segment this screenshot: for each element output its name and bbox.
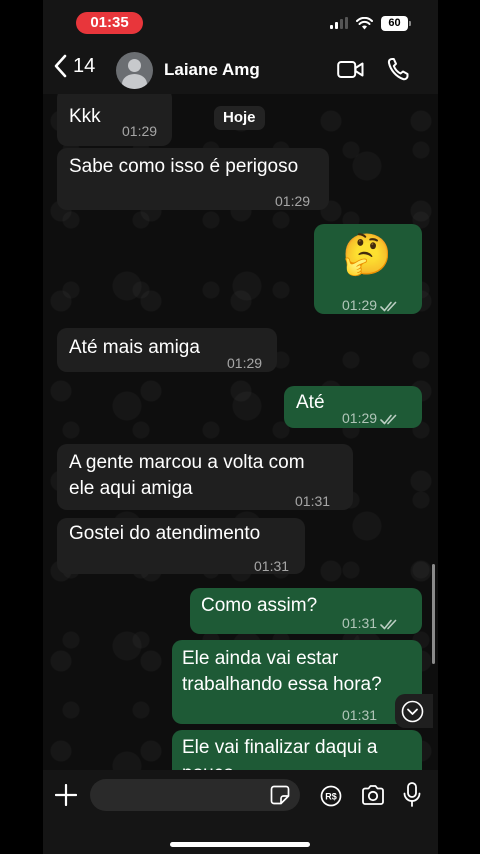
contact-name[interactable]: Laiane Amg xyxy=(164,60,260,80)
message-bubble[interactable]: Kkk 01:29 xyxy=(57,94,172,146)
read-ticks-icon xyxy=(380,619,397,630)
message-bubble[interactable]: Até 01:29 xyxy=(284,386,422,428)
message-text: Kkk xyxy=(69,106,101,127)
back-button[interactable]: 14 xyxy=(53,54,95,78)
scroll-down-icon xyxy=(401,700,424,723)
wifi-icon xyxy=(356,16,373,29)
svg-text:R$: R$ xyxy=(325,792,337,802)
message-input[interactable] xyxy=(90,779,300,811)
battery-icon: 60 xyxy=(381,15,411,31)
read-ticks-icon xyxy=(380,414,397,425)
message-bubble[interactable]: 🤔 01:29 xyxy=(314,224,422,314)
message-text-line: Ele vai finalizar daqui a xyxy=(182,737,378,758)
home-indicator[interactable] xyxy=(170,842,310,847)
back-chevron-icon xyxy=(54,54,67,78)
date-chip: Hoje xyxy=(214,106,265,130)
message-time: 01:29 xyxy=(342,405,400,431)
message-text-line: A gente marcou a volta com xyxy=(69,452,305,473)
camera-icon[interactable] xyxy=(361,785,385,805)
message-bubble[interactable]: Sabe como isso é perigoso 01:29 xyxy=(57,148,329,210)
read-ticks-icon xyxy=(380,301,397,312)
status-icons: 60 xyxy=(330,13,411,33)
message-time-text: 01:31 xyxy=(342,615,378,631)
message-text-line: pouco xyxy=(182,761,234,770)
avatar[interactable] xyxy=(116,52,153,89)
video-call-icon[interactable] xyxy=(337,60,364,79)
message-time: 01:31 xyxy=(342,610,400,636)
plus-icon[interactable] xyxy=(55,784,77,806)
message-text-line: Ele ainda vai estar xyxy=(182,648,339,669)
message-time-text: 01:29 xyxy=(342,297,378,313)
unread-count: 14 xyxy=(73,54,96,77)
message-time: 01:29 xyxy=(227,355,263,371)
message-bubble[interactable]: Como assim? 01:31 xyxy=(190,588,422,634)
message-bubble[interactable]: A gente marcou a volta com ele aqui amig… xyxy=(57,444,353,510)
microphone-icon[interactable] xyxy=(403,782,421,808)
message-emoji: 🤔 xyxy=(342,233,392,277)
message-text: Gostei do atendimento xyxy=(69,523,261,544)
chat-header: 14 Laiane Amg xyxy=(43,46,438,94)
scroll-down-button[interactable] xyxy=(395,694,433,728)
message-time: 01:31 xyxy=(254,558,290,574)
message-text-line: ele aqui amiga xyxy=(69,478,193,499)
status-time: 01:35 xyxy=(76,12,143,34)
message-time-text: 01:29 xyxy=(342,410,378,426)
message-time: 01:31 xyxy=(295,493,331,509)
message-text-line: trabalhando essa hora? xyxy=(182,674,382,695)
signal-icon xyxy=(330,17,348,29)
message-bubble[interactable]: Ele ainda vai estar trabalhando essa hor… xyxy=(172,640,422,724)
phone-screen: 01:35 60 14 Laiane Amg Hoje Kkk 01:29 Sa… xyxy=(43,0,438,854)
scrollbar[interactable] xyxy=(432,564,435,664)
message-text: Sabe como isso é perigoso xyxy=(69,156,299,177)
message-time: 01:29 xyxy=(122,123,158,139)
message-text: Até mais amiga xyxy=(69,337,200,358)
phone-call-icon[interactable] xyxy=(387,57,409,81)
message-list[interactable]: Hoje Kkk 01:29 Sabe como isso é perigoso… xyxy=(43,94,438,770)
message-bubble[interactable]: Gostei do atendimento 01:31 xyxy=(57,518,305,574)
status-bar: 01:35 60 xyxy=(43,0,438,46)
message-time: 01:29 xyxy=(342,292,400,318)
message-time: 01:31 xyxy=(342,707,378,723)
message-bubble[interactable]: Ele vai finalizar daqui a pouco xyxy=(172,730,422,770)
pix-icon[interactable]: R$ xyxy=(320,785,342,807)
message-text: Até xyxy=(296,392,325,413)
message-bubble[interactable]: Até mais amiga 01:29 xyxy=(57,328,277,372)
sticker-icon[interactable] xyxy=(270,785,290,805)
compose-bar: R$ xyxy=(43,770,438,854)
message-time: 01:29 xyxy=(275,193,311,209)
message-text: Como assim? xyxy=(201,595,318,616)
